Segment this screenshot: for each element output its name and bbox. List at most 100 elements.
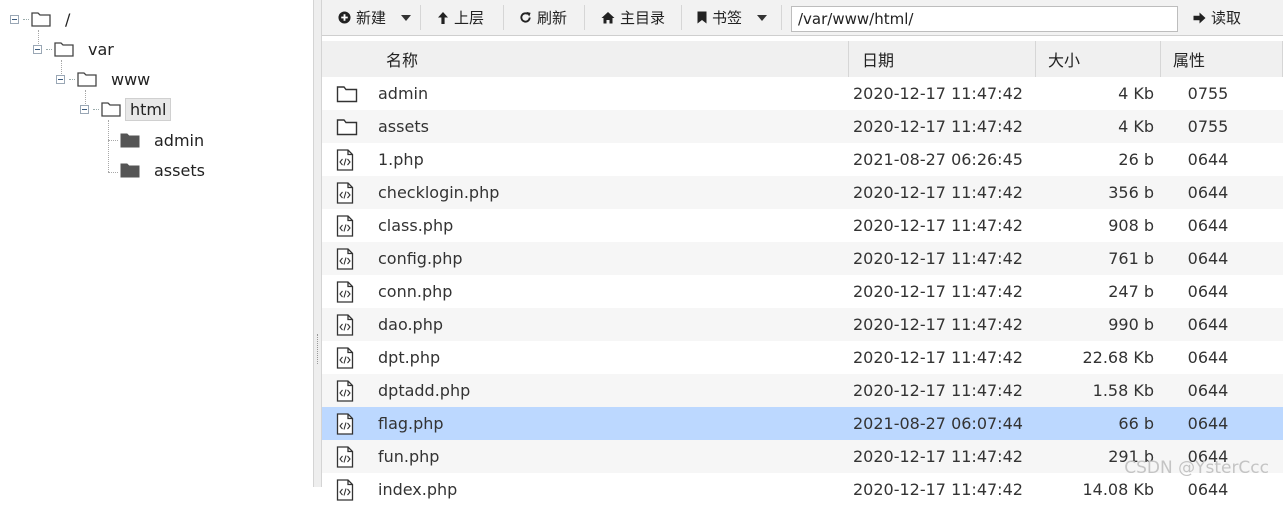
up-button[interactable]: 上层 bbox=[437, 0, 484, 35]
tree-label-html[interactable]: html bbox=[125, 97, 172, 121]
tree-label-var[interactable]: var bbox=[84, 39, 118, 60]
splitter-grip[interactable] bbox=[317, 334, 319, 364]
tree-connector bbox=[108, 120, 109, 172]
bookmark-button[interactable]: 书签 bbox=[697, 0, 768, 35]
file-name[interactable]: class.php bbox=[378, 209, 453, 242]
read-button-label: 读取 bbox=[1211, 9, 1242, 27]
code-file-icon bbox=[336, 176, 354, 209]
tree-label-admin[interactable]: admin bbox=[150, 130, 208, 151]
file-name[interactable]: admin bbox=[378, 77, 428, 110]
path-input[interactable] bbox=[791, 6, 1178, 32]
tree-node-html[interactable]: html bbox=[80, 97, 172, 121]
file-size: 908 b bbox=[1108, 216, 1154, 235]
file-permissions: 0644 bbox=[1187, 348, 1229, 367]
home-button[interactable]: 主目录 bbox=[601, 0, 665, 35]
chevron-down-icon bbox=[401, 14, 412, 21]
column-header-date-label: 日期 bbox=[862, 51, 895, 70]
folder-open-icon bbox=[101, 102, 121, 117]
collapse-icon[interactable] bbox=[56, 74, 65, 84]
tree-node-root[interactable]: / bbox=[10, 7, 74, 31]
tree-node-var[interactable]: var bbox=[33, 37, 118, 61]
folder-icon bbox=[120, 163, 140, 178]
file-date: 2021-08-27 06:07:44 bbox=[853, 414, 1023, 433]
file-row[interactable]: class.php 2020-12-17 11:47:42 908 b 0644 bbox=[322, 209, 1283, 242]
new-button[interactable]: 新建 bbox=[338, 0, 412, 35]
file-date: 2020-12-17 11:47:42 bbox=[853, 315, 1023, 334]
file-permissions: 0644 bbox=[1187, 381, 1229, 400]
file-name[interactable]: flag.php bbox=[378, 407, 444, 440]
tree-connector bbox=[108, 172, 118, 173]
column-header-size[interactable]: 大小 bbox=[1036, 41, 1161, 77]
code-file-icon bbox=[336, 473, 354, 506]
column-header-perm[interactable]: 属性 bbox=[1161, 41, 1283, 77]
collapse-icon[interactable] bbox=[10, 14, 19, 24]
home-button-label: 主目录 bbox=[620, 9, 666, 27]
file-name[interactable]: checklogin.php bbox=[378, 176, 499, 209]
code-file-icon bbox=[336, 143, 354, 176]
file-row[interactable]: 1.php 2021-08-27 06:26:45 26 b 0644 bbox=[322, 143, 1283, 176]
file-size: 356 b bbox=[1108, 183, 1154, 202]
collapse-icon[interactable] bbox=[33, 44, 42, 54]
code-file-icon bbox=[336, 209, 354, 242]
file-row[interactable]: dpt.php 2020-12-17 11:47:42 22.68 Kb 0644 bbox=[322, 341, 1283, 374]
file-name[interactable]: index.php bbox=[378, 473, 457, 506]
file-permissions: 0644 bbox=[1187, 216, 1229, 235]
file-row[interactable]: flag.php 2021-08-27 06:07:44 66 b 0644 bbox=[322, 407, 1283, 440]
tree-node-www[interactable]: www bbox=[56, 67, 154, 91]
file-row[interactable]: conn.php 2020-12-17 11:47:42 247 b 0644 bbox=[322, 275, 1283, 308]
file-date: 2020-12-17 11:47:42 bbox=[853, 117, 1023, 136]
code-file-icon bbox=[336, 374, 354, 407]
file-name[interactable]: fun.php bbox=[378, 440, 439, 473]
file-row[interactable]: config.php 2020-12-17 11:47:42 761 b 0644 bbox=[322, 242, 1283, 275]
folder-icon bbox=[120, 133, 140, 148]
file-size: 761 b bbox=[1108, 249, 1154, 268]
code-file-icon bbox=[336, 242, 354, 275]
tree-node-assets[interactable]: assets bbox=[120, 158, 209, 182]
read-button[interactable]: 读取 bbox=[1193, 0, 1241, 35]
file-name[interactable]: dptadd.php bbox=[378, 374, 470, 407]
file-name[interactable]: conn.php bbox=[378, 275, 452, 308]
file-size: 1.58 Kb bbox=[1092, 381, 1154, 400]
file-date: 2020-12-17 11:47:42 bbox=[853, 183, 1023, 202]
tree-label-root[interactable]: / bbox=[61, 9, 74, 30]
code-file-icon bbox=[336, 275, 354, 308]
file-date: 2020-12-17 11:47:42 bbox=[853, 480, 1023, 499]
file-name[interactable]: dpt.php bbox=[378, 341, 440, 374]
tree-label-www[interactable]: www bbox=[107, 69, 154, 90]
toolbar-divider bbox=[681, 5, 682, 30]
file-size: 66 b bbox=[1118, 414, 1154, 433]
collapse-icon[interactable] bbox=[80, 104, 89, 114]
file-size: 247 b bbox=[1108, 282, 1154, 301]
tree-node-admin[interactable]: admin bbox=[120, 128, 208, 152]
tree-label-assets[interactable]: assets bbox=[150, 160, 209, 181]
file-row[interactable]: assets 2020-12-17 11:47:42 4 Kb 0755 bbox=[322, 110, 1283, 143]
file-row[interactable]: dao.php 2020-12-17 11:47:42 990 b 0644 bbox=[322, 308, 1283, 341]
pane-splitter[interactable] bbox=[313, 0, 322, 487]
file-permissions: 0644 bbox=[1187, 249, 1229, 268]
code-file-icon bbox=[336, 308, 354, 341]
arrow-right-icon bbox=[1193, 12, 1206, 23]
watermark: CSDN @YsterCcc bbox=[1124, 458, 1269, 478]
file-name[interactable]: config.php bbox=[378, 242, 463, 275]
file-row[interactable]: admin 2020-12-17 11:47:42 4 Kb 0755 bbox=[322, 77, 1283, 110]
file-name[interactable]: assets bbox=[378, 110, 429, 143]
file-name[interactable]: dao.php bbox=[378, 308, 443, 341]
file-row[interactable]: dptadd.php 2020-12-17 11:47:42 1.58 Kb 0644 bbox=[322, 374, 1283, 407]
column-header-perm-label: 属性 bbox=[1173, 51, 1206, 70]
file-date: 2020-12-17 11:47:42 bbox=[853, 84, 1023, 103]
folder-open-icon bbox=[77, 72, 97, 87]
bookmark-button-label: 书签 bbox=[712, 9, 743, 27]
column-header-date[interactable]: 日期 bbox=[849, 41, 1036, 77]
file-permissions: 0644 bbox=[1187, 315, 1229, 334]
refresh-button[interactable]: 刷新 bbox=[519, 0, 567, 35]
file-row[interactable]: checklogin.php 2020-12-17 11:47:42 356 b 06… bbox=[322, 176, 1283, 209]
column-header-name[interactable]: 名称 bbox=[322, 41, 849, 77]
file-name[interactable]: 1.php bbox=[378, 143, 424, 176]
code-file-icon bbox=[336, 341, 354, 374]
file-date: 2020-12-17 11:47:42 bbox=[853, 348, 1023, 367]
toolbar: 新建 上层 刷新 主目录 书签 读取 bbox=[322, 0, 1283, 36]
tree-connector bbox=[108, 140, 118, 141]
file-size: 990 b bbox=[1108, 315, 1154, 334]
code-file-icon bbox=[336, 407, 354, 440]
toolbar-divider bbox=[781, 5, 782, 30]
